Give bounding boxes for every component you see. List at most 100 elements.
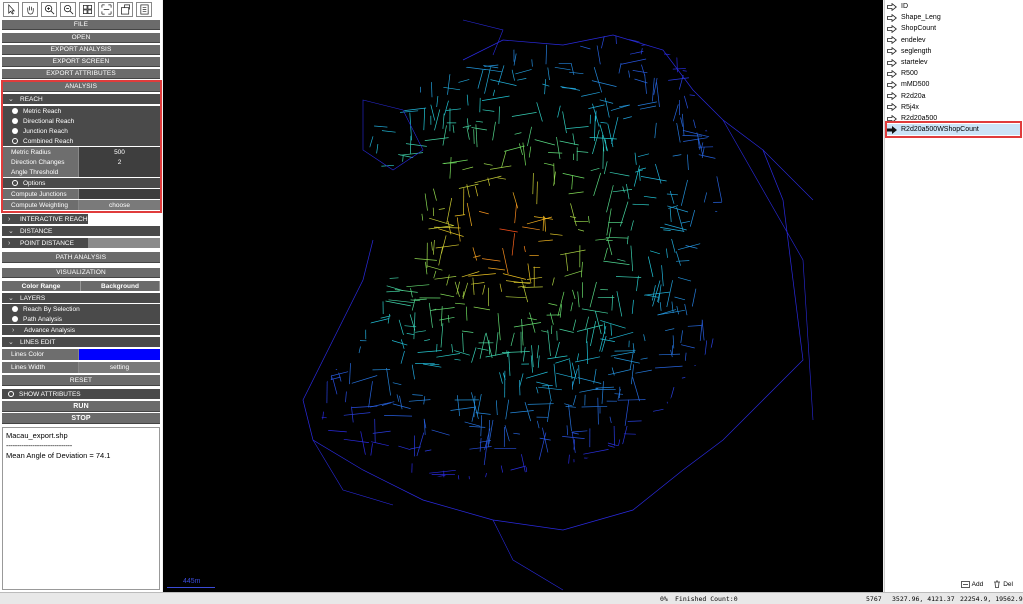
street-segment — [341, 225, 346, 247]
zoom-in-icon — [44, 4, 54, 15]
attribute-item[interactable]: endelev — [887, 35, 926, 46]
street-segment — [610, 324, 612, 336]
street-segment — [393, 55, 401, 58]
street-segment — [371, 441, 389, 447]
street-segment — [318, 331, 334, 337]
street-segment — [560, 86, 581, 91]
zoom-out-button[interactable] — [60, 2, 76, 17]
point-distance-header[interactable]: › POINT DISTANCE — [2, 238, 88, 248]
distance-header[interactable]: ⌄ DISTANCE — [2, 226, 160, 236]
street-segment — [562, 111, 567, 134]
attribute-item[interactable]: mMD500 — [887, 79, 929, 90]
street-segment — [543, 162, 554, 166]
export-screen-button[interactable]: EXPORT SCREEN — [2, 57, 160, 67]
attribute-item[interactable]: seglength — [887, 46, 931, 57]
street-segment — [380, 84, 383, 100]
path-analysis-option[interactable]: Path Analysis — [2, 314, 160, 324]
map-canvas[interactable]: 445m — [163, 0, 883, 592]
grid-button[interactable] — [79, 2, 95, 17]
file-menu-button[interactable]: FILE — [2, 20, 160, 30]
street-segment — [624, 482, 641, 484]
street-segment — [343, 317, 359, 323]
street-segment — [742, 340, 767, 345]
pointer-tool-button[interactable] — [3, 2, 19, 17]
street-segment — [572, 133, 576, 145]
street-segment — [369, 401, 395, 408]
street-segment — [504, 425, 510, 442]
street-segment — [708, 26, 722, 30]
street-segment — [447, 314, 450, 323]
street-segment — [360, 431, 366, 455]
selected-attribute-highlight — [885, 121, 1022, 138]
street-segment — [373, 482, 380, 483]
street-segment — [716, 430, 720, 443]
fit-extent-button[interactable] — [98, 2, 114, 17]
extent-coords-text: 22254.9, 19562.9 — [960, 595, 1023, 603]
attribute-item[interactable]: startelev — [887, 57, 927, 68]
attribute-item[interactable]: R500 — [887, 68, 918, 79]
street-segment — [593, 67, 603, 93]
street-segment — [696, 384, 712, 388]
street-segment — [505, 399, 510, 420]
list-button[interactable] — [136, 2, 152, 17]
street-segment — [715, 292, 718, 303]
street-segment — [458, 79, 470, 83]
layers-header[interactable]: ⌄ LAYERS — [2, 293, 160, 303]
street-segment — [450, 406, 477, 411]
street-segment — [675, 251, 681, 266]
street-segment — [589, 461, 596, 464]
zoom-in-button[interactable] — [41, 2, 57, 17]
attribute-item[interactable]: R2d20a — [887, 91, 926, 102]
street-segment — [377, 65, 399, 67]
street-segment — [472, 277, 475, 295]
street-segment — [705, 387, 710, 403]
color-range-button[interactable]: Color Range — [2, 281, 81, 291]
street-segment — [682, 113, 685, 136]
attribute-item[interactable]: ShopCount — [887, 23, 936, 34]
street-segment — [683, 95, 689, 109]
street-segment — [716, 176, 723, 203]
lines-width-setting-button[interactable]: setting — [78, 362, 160, 373]
reach-by-selection-option[interactable]: Reach By Selection — [2, 304, 160, 314]
attribute-item[interactable]: R5j4x — [887, 102, 919, 113]
pan-tool-button[interactable] — [22, 2, 38, 17]
street-segment — [571, 430, 588, 433]
export-analysis-button[interactable]: EXPORT ANALYSIS — [2, 45, 160, 55]
street-segment — [545, 44, 547, 65]
street-segment — [620, 58, 647, 65]
street-segment — [569, 71, 584, 75]
path-analysis-button[interactable]: PATH ANALYSIS — [2, 252, 160, 263]
street-segment — [330, 451, 338, 477]
point-distance-slider[interactable] — [88, 238, 160, 248]
street-segment — [654, 122, 657, 139]
export-attributes-button[interactable]: EXPORT ATTRIBUTES — [2, 69, 160, 79]
stop-button[interactable]: STOP — [2, 413, 160, 424]
street-segment — [640, 176, 667, 182]
lines-edit-header[interactable]: ⌄ LINES EDIT — [2, 337, 160, 347]
street-segment — [729, 183, 743, 186]
street-segment — [416, 432, 425, 457]
export-button[interactable] — [117, 2, 133, 17]
street-segment — [330, 376, 341, 381]
run-button[interactable]: RUN — [2, 401, 160, 412]
attribute-item-label: Shape_Leng — [901, 14, 941, 22]
add-attribute-button[interactable]: Add — [960, 580, 983, 588]
attribute-item[interactable]: Shape_Leng — [887, 12, 941, 23]
advance-analysis-header[interactable]: › Advance Analysis — [2, 325, 160, 335]
lines-color-swatch[interactable] — [78, 349, 160, 360]
street-segment — [469, 426, 486, 428]
street-segment — [523, 245, 526, 253]
street-segment — [307, 308, 309, 318]
visualization-header[interactable]: VISUALIZATION — [2, 268, 160, 278]
street-segment — [604, 97, 610, 118]
interactive-reach-header[interactable]: › INTERACTIVE REACH — [2, 214, 88, 224]
open-button[interactable]: OPEN — [2, 33, 160, 43]
background-button[interactable]: Background — [81, 281, 160, 291]
street-segment — [488, 267, 506, 271]
show-attributes-toggle[interactable]: SHOW ATTRIBUTES — [2, 389, 160, 399]
reset-button[interactable]: RESET — [2, 375, 160, 386]
street-segment — [730, 71, 745, 73]
delete-attribute-button[interactable]: Del — [993, 580, 1013, 588]
street-segment — [609, 416, 612, 423]
attribute-item[interactable]: ID — [887, 1, 908, 12]
